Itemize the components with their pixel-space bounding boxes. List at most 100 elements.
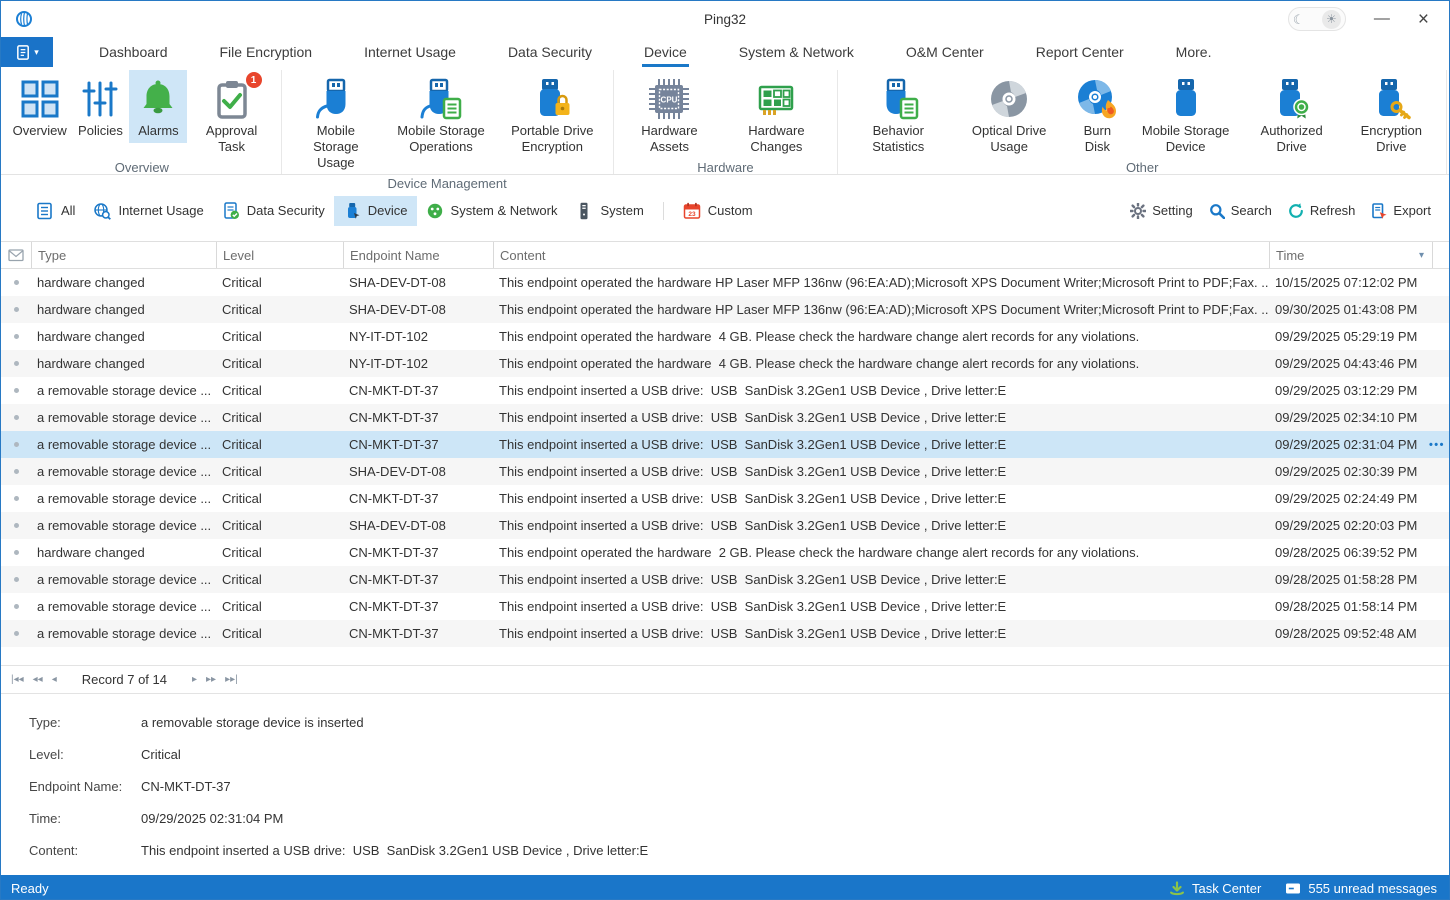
cell-endpoint-name: SHA-DEV-DT-08 xyxy=(343,518,493,533)
minimize-button[interactable]: — xyxy=(1374,11,1390,27)
ribbon-behavior-statistics[interactable]: Behavior Statistics xyxy=(843,70,953,159)
ribbon-overview[interactable]: Overview xyxy=(8,70,71,143)
cell-level: Critical xyxy=(216,626,343,641)
table-row[interactable]: hardware changed Critical SHA-DEV-DT-08 … xyxy=(1,269,1449,296)
bell-icon xyxy=(136,76,180,122)
table-row[interactable]: a removable storage device ... Critical … xyxy=(1,593,1449,620)
close-button[interactable]: × xyxy=(1418,10,1429,29)
table-row[interactable]: a removable storage device ... Critical … xyxy=(1,620,1449,647)
cd-disc-icon xyxy=(987,76,1031,122)
header-type[interactable]: Type xyxy=(31,242,216,268)
filter-all[interactable]: All xyxy=(27,196,84,226)
ribbon-authorized-drive[interactable]: Authorized Drive xyxy=(1242,70,1342,159)
tab-dashboard[interactable]: Dashboard xyxy=(73,37,194,67)
pager-prev-button[interactable]: ◂ xyxy=(52,674,57,685)
header-mail-column[interactable] xyxy=(1,242,31,268)
ribbon-burn-disk[interactable]: Burn Disk xyxy=(1065,70,1129,159)
message-icon xyxy=(1285,881,1301,895)
filter-device[interactable]: Device xyxy=(334,196,417,226)
filter-system[interactable]: System xyxy=(566,196,652,226)
tab-report-center[interactable]: Report Center xyxy=(1010,37,1150,67)
tab-internet-usage[interactable]: Internet Usage xyxy=(338,37,482,67)
sliders-icon xyxy=(78,76,122,122)
burn-disc-flame-icon xyxy=(1075,76,1119,122)
table-row[interactable]: a removable storage device ... Critical … xyxy=(1,512,1449,539)
refresh-button[interactable]: Refresh xyxy=(1286,199,1358,223)
filter-data-security[interactable]: Data Security xyxy=(213,196,334,226)
cell-type: hardware changed xyxy=(31,275,216,290)
group-label-other: Other xyxy=(843,159,1441,180)
row-more-icon[interactable]: ••• xyxy=(1429,439,1445,451)
cell-type: hardware changed xyxy=(31,356,216,371)
header-content[interactable]: Content xyxy=(493,242,1269,268)
detail-endpoint-label: Endpoint Name: xyxy=(29,779,141,794)
ribbon-hardware-assets[interactable]: CPU Hardware Assets xyxy=(619,70,721,159)
tab-om-center[interactable]: O&M Center xyxy=(880,37,1010,67)
pager-first-button[interactable]: |◂◂ xyxy=(11,674,24,685)
table-row[interactable]: hardware changed Critical NY-IT-DT-102 T… xyxy=(1,323,1449,350)
cell-level: Critical xyxy=(216,302,343,317)
header-level[interactable]: Level xyxy=(216,242,343,268)
tab-file-encryption[interactable]: File Encryption xyxy=(194,37,339,67)
pager-last-button[interactable]: ▸▸| xyxy=(225,674,238,685)
header-endpoint-name[interactable]: Endpoint Name xyxy=(343,242,493,268)
header-time[interactable]: Time ▾ xyxy=(1269,242,1433,268)
unread-messages-button[interactable]: 555 unread messages xyxy=(1285,881,1437,896)
light-mode-button[interactable]: ☀ xyxy=(1322,10,1341,29)
cell-content: This endpoint operated the hardware HP L… xyxy=(493,302,1269,317)
filter-internet-usage[interactable]: Internet Usage xyxy=(84,196,212,226)
cell-endpoint-name: CN-MKT-DT-37 xyxy=(343,626,493,641)
pager-fast-next-button[interactable]: ▸▸ xyxy=(206,674,216,685)
table-row[interactable]: a removable storage device ... Critical … xyxy=(1,431,1449,458)
detail-time-value: 09/29/2025 02:31:04 PM xyxy=(141,811,283,826)
title-bar: Ping32 ☾ ☀ — × xyxy=(1,1,1449,37)
tab-more[interactable]: More. xyxy=(1150,37,1238,67)
ribbon-mobile-storage-device[interactable]: Mobile Storage Device xyxy=(1130,70,1242,159)
tab-device[interactable]: Device xyxy=(618,37,713,67)
export-button[interactable]: Export xyxy=(1369,199,1433,223)
table-row[interactable]: hardware changed Critical SHA-DEV-DT-08 … xyxy=(1,296,1449,323)
ribbon-alarms[interactable]: Alarms xyxy=(129,70,187,143)
ribbon-group-hardware: CPU Hardware Assets xyxy=(614,70,839,174)
task-center-button[interactable]: Task Center xyxy=(1169,881,1261,896)
ribbon-policies[interactable]: Policies xyxy=(71,70,129,143)
filter-system-network[interactable]: System & Network xyxy=(417,196,567,226)
ribbon-hardware-changes[interactable]: Hardware Changes xyxy=(720,70,832,159)
ribbon-optical-drive-usage[interactable]: Optical Drive Usage xyxy=(953,70,1065,159)
ribbon: Overview Policies xyxy=(1,67,1449,175)
pager-fast-prev-button[interactable]: ◂◂ xyxy=(33,674,43,685)
detail-type-value: a removable storage device is inserted xyxy=(141,715,364,730)
table-row[interactable]: a removable storage device ... Critical … xyxy=(1,566,1449,593)
table-row[interactable]: a removable storage device ... Critical … xyxy=(1,485,1449,512)
search-button[interactable]: Search xyxy=(1207,199,1274,223)
table-row[interactable]: a removable storage device ... Critical … xyxy=(1,404,1449,431)
cell-level: Critical xyxy=(216,410,343,425)
cell-level: Critical xyxy=(216,383,343,398)
ribbon-approval-task[interactable]: 1 Approval Task xyxy=(187,70,275,159)
ribbon-group-other: Behavior Statistics Optical Drive Usage xyxy=(838,70,1447,174)
ribbon-mobile-storage-usage[interactable]: Mobile Storage Usage xyxy=(287,70,385,175)
main-menu-button[interactable]: ▾ xyxy=(1,37,53,67)
tab-system-network[interactable]: System & Network xyxy=(713,37,880,67)
table-row[interactable]: hardware changed Critical CN-MKT-DT-37 T… xyxy=(1,539,1449,566)
theme-toggle[interactable]: ☾ ☀ xyxy=(1288,7,1346,31)
cell-content: This endpoint operated the hardware 4 GB… xyxy=(493,329,1269,344)
cell-level: Critical xyxy=(216,572,343,587)
table-row[interactable]: hardware changed Critical NY-IT-DT-102 T… xyxy=(1,350,1449,377)
alarm-dot-icon xyxy=(14,523,19,528)
table-row[interactable]: a removable storage device ... Critical … xyxy=(1,458,1449,485)
ribbon-portable-drive-encryption[interactable]: Portable Drive Encryption xyxy=(497,70,608,159)
cell-endpoint-name: CN-MKT-DT-37 xyxy=(343,410,493,425)
table-row[interactable]: a removable storage device ... Critical … xyxy=(1,377,1449,404)
usb-stick-icon xyxy=(1164,76,1208,122)
detail-endpoint-value: CN-MKT-DT-37 xyxy=(141,779,231,794)
pager-next-button[interactable]: ▸ xyxy=(192,674,197,685)
filter-custom[interactable]: 23 Custom xyxy=(674,196,762,226)
dark-mode-icon[interactable]: ☾ xyxy=(1293,13,1305,26)
cell-content: This endpoint inserted a USB drive: USB … xyxy=(493,410,1269,425)
cell-type: a removable storage device ... xyxy=(31,464,216,479)
setting-button[interactable]: Setting xyxy=(1128,199,1194,223)
ribbon-mobile-storage-operations[interactable]: Mobile Storage Operations xyxy=(385,70,497,159)
ribbon-encryption-drive[interactable]: Encryption Drive xyxy=(1342,70,1441,159)
tab-data-security[interactable]: Data Security xyxy=(482,37,618,67)
